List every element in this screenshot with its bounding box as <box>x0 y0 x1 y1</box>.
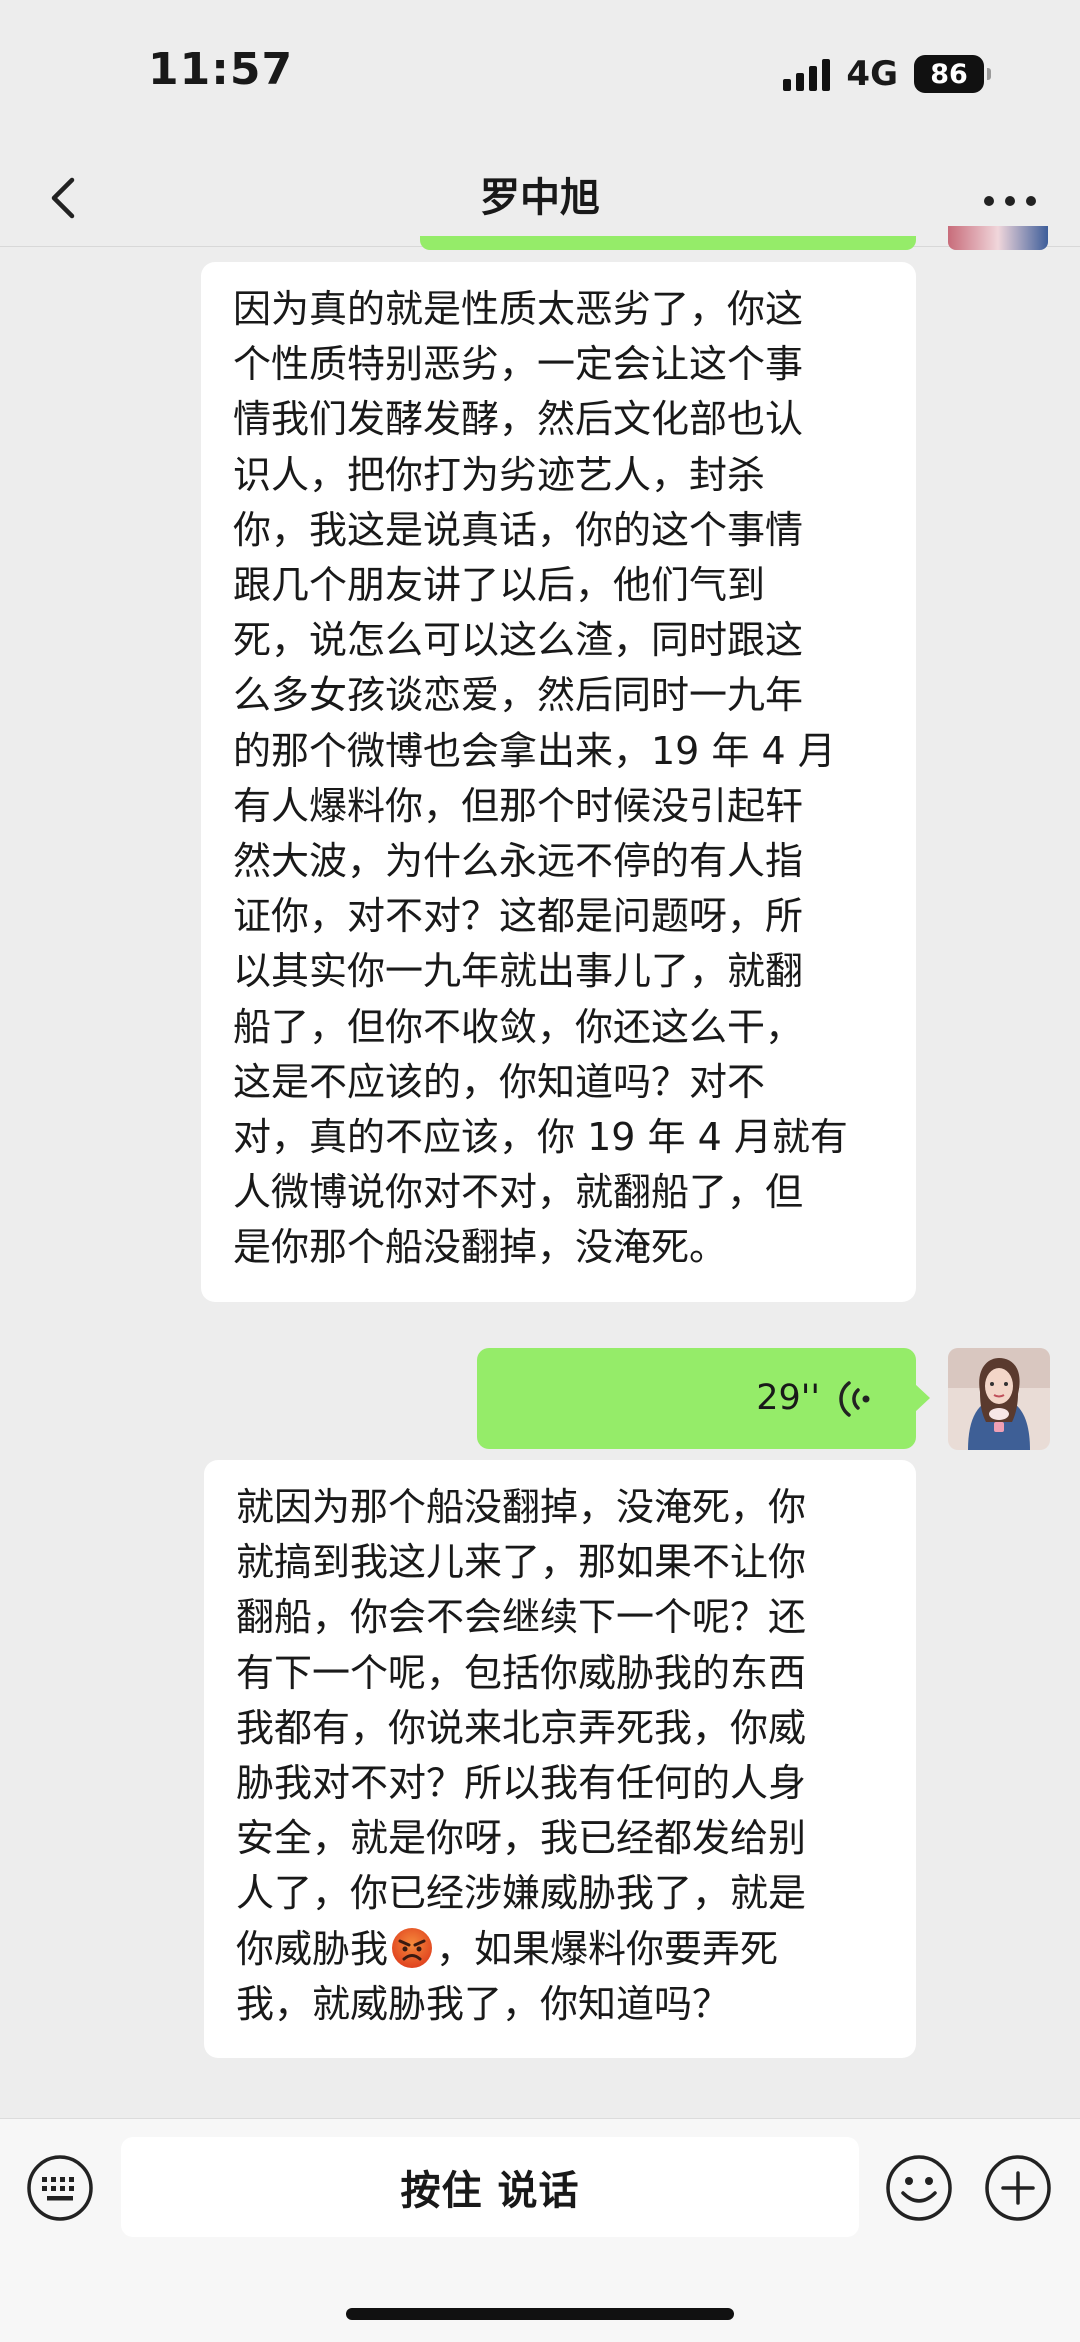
signal-icon <box>783 57 831 91</box>
chat-header: 罗中旭 <box>0 150 1080 247</box>
keyboard-icon[interactable] <box>25 2153 95 2223</box>
received-message[interactable]: 就因为那个船没翻掉，没淹死，你 就搞到我这儿来了，那如果不让你 翻船，你会不会继… <box>204 1460 916 2058</box>
hold-to-talk-button[interactable]: 按住 说话 <box>121 2137 859 2237</box>
voice-wave-icon <box>839 1381 870 1417</box>
message-text: 就因为那个船没翻掉，没淹死，你 就搞到我这儿来了，那如果不让你 翻船，你会不会继… <box>236 1485 807 1971</box>
voice-message[interactable]: 29'' <box>477 1348 930 1449</box>
status-bar: 11:57 4G 86 <box>0 0 1080 150</box>
more-options-icon[interactable] <box>980 180 1040 220</box>
plus-icon[interactable] <box>983 2153 1053 2223</box>
home-indicator <box>346 2308 734 2320</box>
status-time: 11:57 <box>148 44 294 95</box>
angry-face-icon <box>392 1927 433 1968</box>
status-indicators: 4G 86 <box>783 54 991 94</box>
received-message[interactable]: 因为真的就是性质太恶劣了，你这 个性质特别恶劣，一定会让这个事 情我们发酵发酵，… <box>201 262 916 1302</box>
sender-avatar[interactable] <box>948 1348 1050 1450</box>
battery-level: 86 <box>930 58 968 90</box>
network-type: 4G <box>846 54 898 94</box>
battery-icon: 86 <box>914 55 991 93</box>
chat-title: 罗中旭 <box>480 175 600 221</box>
previous-message-bubble <box>420 236 916 250</box>
emoji-icon[interactable] <box>884 2153 954 2223</box>
voice-duration: 29'' <box>756 1378 820 1418</box>
previous-avatar <box>948 226 1048 250</box>
